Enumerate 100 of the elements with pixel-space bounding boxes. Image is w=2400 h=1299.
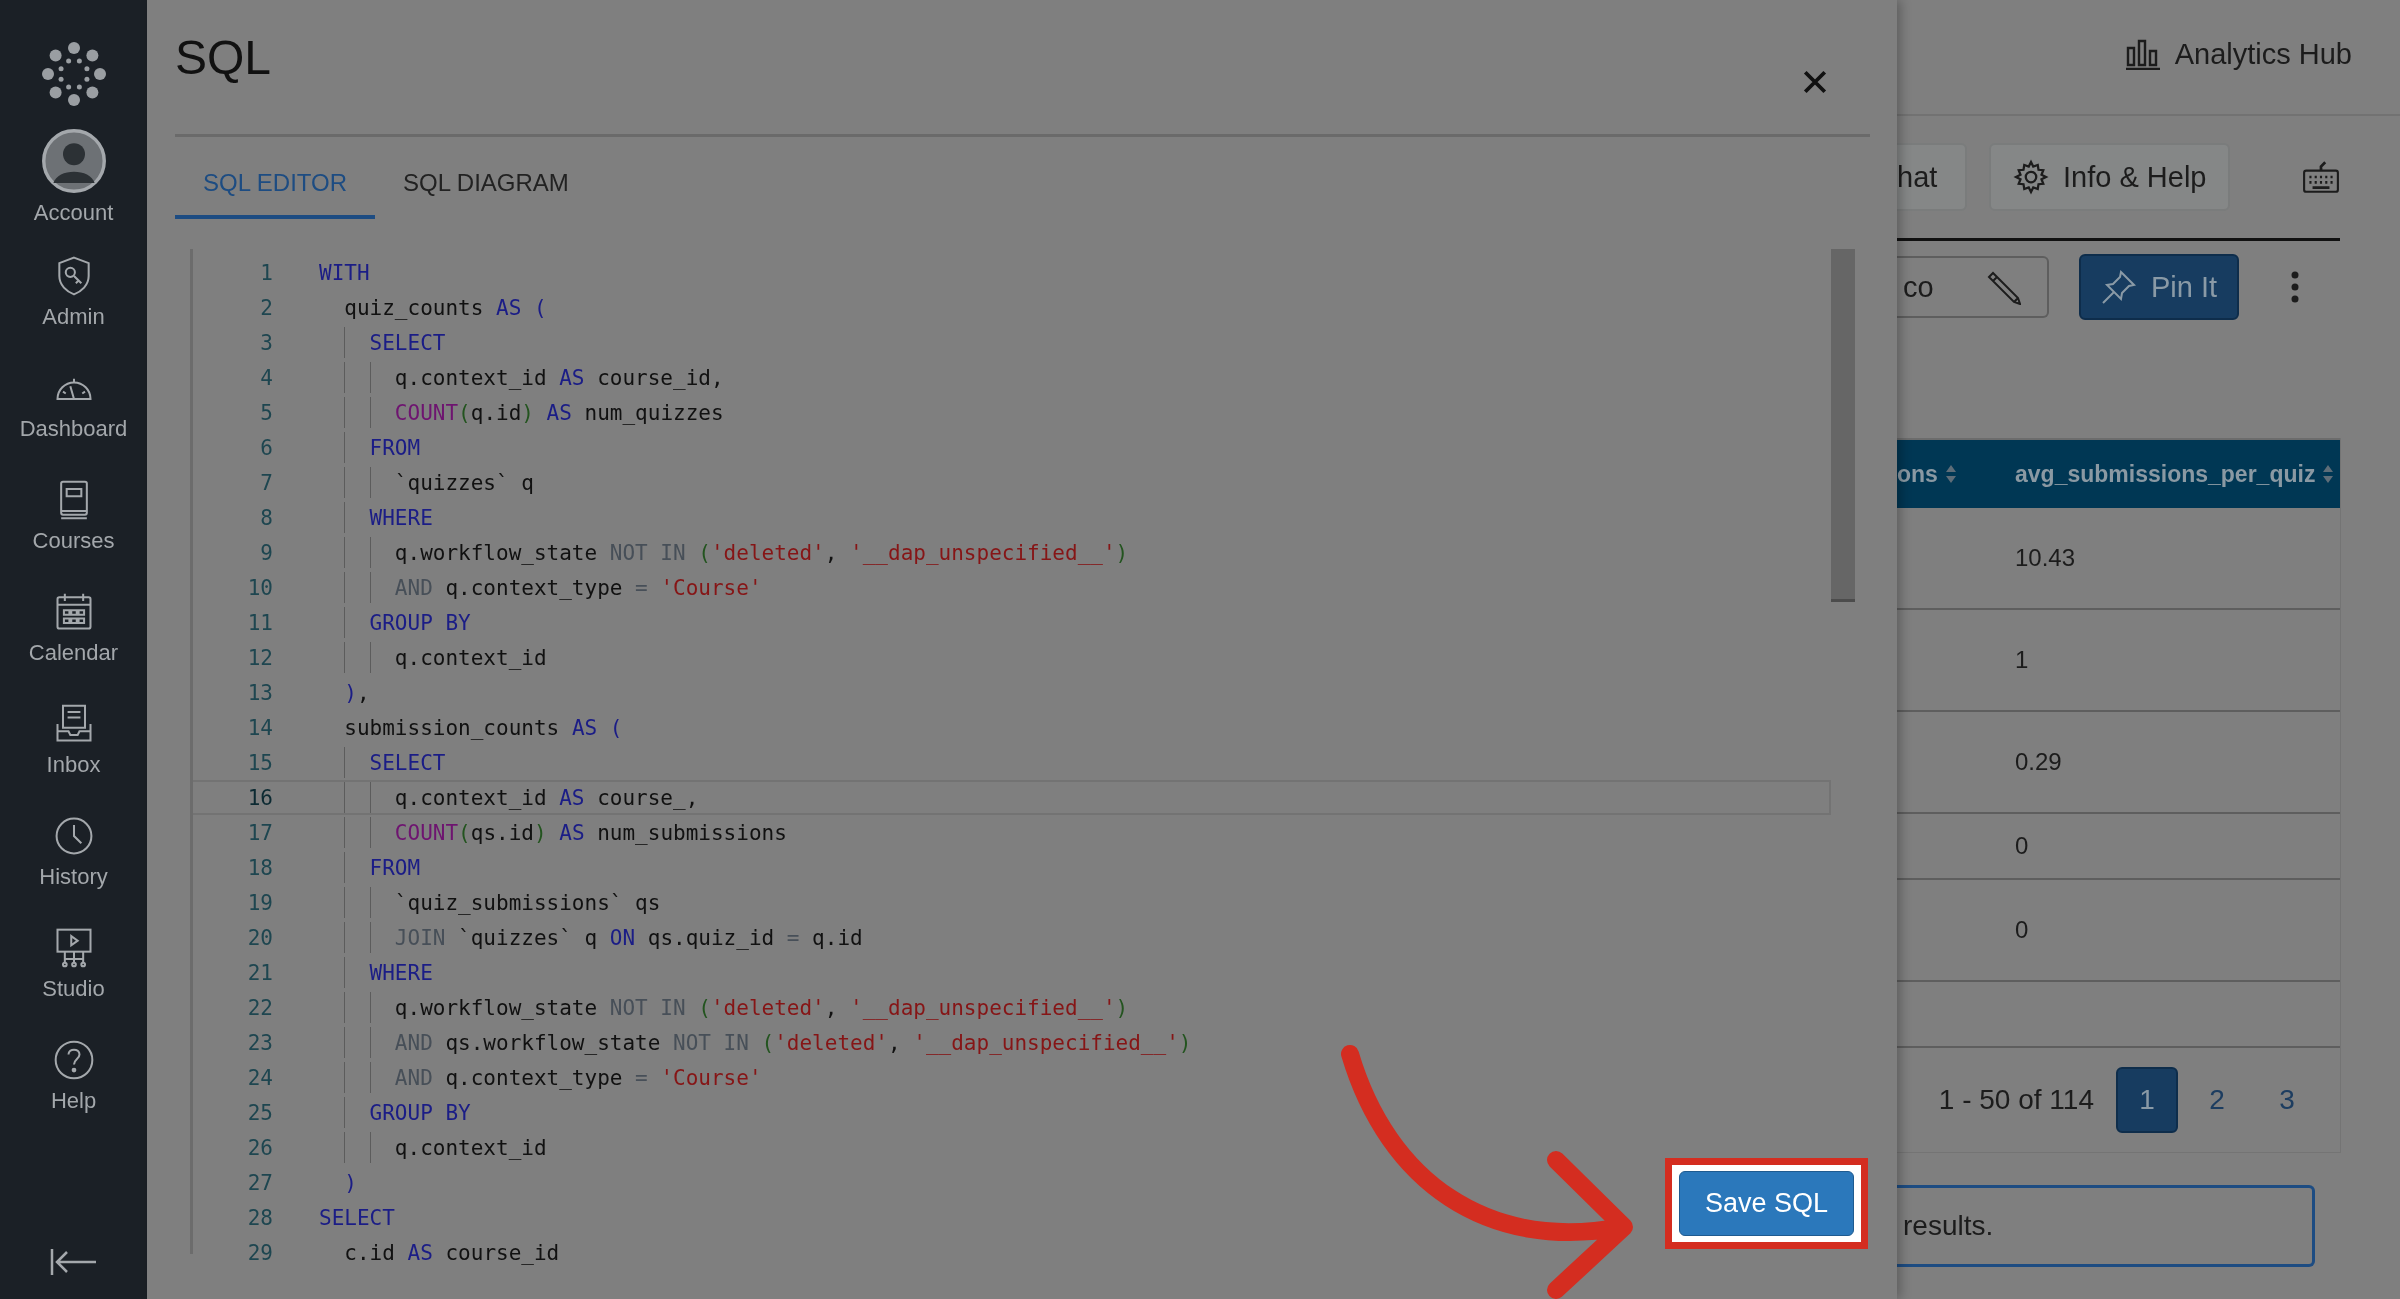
keyboard-icon[interactable] — [2302, 160, 2341, 194]
tab[interactable]: SQL DIAGRAM — [375, 157, 597, 219]
code-line: COUNT(qs.id) AS num_submissions — [393, 820, 787, 845]
code-line: AND qs.workflow_state NOT IN ('deleted', '__dap_unspecified__') — [393, 1030, 1192, 1055]
line-number: 14 — [246, 715, 273, 740]
close-icon[interactable] — [1802, 69, 1828, 95]
nav-item[interactable]: Calendar — [0, 590, 147, 702]
code-line: q.context_id AS course_, — [393, 785, 699, 810]
code-line: q.context_id — [393, 645, 547, 670]
line-number: 7 — [259, 470, 273, 495]
line-number: 29 — [246, 1240, 273, 1265]
column-header[interactable]: ons — [1897, 460, 1938, 488]
page-button[interactable]: 3 — [2256, 1067, 2318, 1133]
code-line: q.workflow_state NOT IN ('deleted', '__dap_unspecified__') — [393, 995, 1129, 1020]
column-header[interactable]: avg_submissions_per_quiz — [2015, 460, 2316, 488]
nav-item[interactable]: Inbox — [0, 702, 147, 814]
nav-item[interactable]: Dashboard — [0, 366, 147, 478]
info-help-button[interactable]: Info & Help — [1989, 143, 2231, 211]
code-line: JOIN `quizzes` q ON qs.quiz_id = q.id — [393, 925, 863, 950]
code-line: WHERE — [368, 505, 433, 530]
nav-item[interactable]: Account — [0, 128, 147, 254]
pushpin-icon — [2100, 269, 2137, 305]
code-line: SELECT — [368, 750, 446, 775]
line-number: 26 — [246, 1135, 273, 1160]
nav-item[interactable]: Courses — [0, 478, 147, 590]
message-text: results. — [1903, 1210, 1994, 1242]
nav-item[interactable]: Help — [0, 1038, 147, 1150]
chat-button[interactable]: hat — [1897, 143, 1967, 211]
line-number: 25 — [246, 1100, 273, 1125]
code-line: ) — [343, 1170, 357, 1195]
line-number: 22 — [246, 995, 273, 1020]
avatar-icon — [40, 128, 107, 194]
line-number: 3 — [259, 330, 273, 355]
line-number: 10 — [246, 575, 273, 600]
code-line: WHERE — [368, 960, 433, 985]
code-line: FROM — [368, 855, 421, 880]
line-number: 23 — [246, 1030, 273, 1055]
line-number: 9 — [259, 540, 273, 565]
pin-it-button[interactable]: Pin It — [2079, 254, 2239, 320]
logo-icon — [41, 42, 106, 106]
line-number: 12 — [246, 645, 273, 670]
page-button[interactable]: 2 — [2186, 1067, 2248, 1133]
code-line: q.context_id AS course_id, — [393, 365, 724, 390]
table-cell: 0 — [2015, 832, 2029, 859]
code-line: `quiz_submissions` qs — [393, 890, 661, 915]
scrollbar[interactable] — [1831, 249, 1855, 599]
code-line: `quizzes` q — [393, 470, 534, 495]
analytics-hub-link[interactable]: Analytics Hub — [2124, 37, 2352, 71]
code-line: WITH — [319, 260, 370, 285]
line-number: 27 — [246, 1170, 273, 1195]
page-button[interactable]: 1 — [2116, 1067, 2178, 1133]
sort-icon[interactable] — [1945, 465, 1956, 483]
code-line: SELECT — [319, 1205, 395, 1230]
table-cell: 1 — [2015, 646, 2029, 673]
code-line: SELECT — [368, 330, 446, 355]
name-input[interactable]: co — [1897, 256, 2049, 318]
line-number: 21 — [246, 960, 273, 985]
save-sql-button[interactable]: Save SQL — [1678, 1171, 1854, 1236]
nav-item[interactable]: Admin — [0, 254, 147, 366]
line-number: 18 — [246, 855, 273, 880]
line-number: 1 — [259, 260, 273, 285]
table-cell: 0.29 — [2015, 748, 2062, 775]
line-number: 15 — [246, 750, 273, 775]
line-number: 2 — [259, 295, 273, 320]
code-line: GROUP BY — [368, 1100, 471, 1125]
line-number: 19 — [246, 890, 273, 915]
code-line: submission_counts AS ( — [343, 715, 623, 740]
line-number: 20 — [246, 925, 273, 950]
code-line: GROUP BY — [368, 610, 471, 635]
settings-icon — [2013, 159, 2049, 195]
pencil-icon — [1985, 269, 2021, 305]
collapse-icon[interactable] — [48, 1247, 99, 1277]
nav-item[interactable]: Studio — [0, 926, 147, 1038]
page-range: 1 - 50 of 114 — [1938, 1084, 2094, 1116]
code-line: AND q.context_type = 'Course' — [393, 1065, 762, 1090]
line-number: 6 — [259, 435, 273, 460]
table-cell: 10.43 — [2015, 544, 2076, 571]
code-line: ), — [343, 680, 370, 705]
line-number: 16 — [246, 785, 273, 810]
line-number: 4 — [259, 365, 273, 390]
nav-item[interactable]: History — [0, 814, 147, 926]
line-number: 28 — [246, 1205, 273, 1230]
code-line: quiz_counts AS ( — [343, 295, 547, 320]
code-line: c.id AS course_id — [343, 1240, 560, 1265]
line-number: 17 — [246, 820, 273, 845]
code-line: q.workflow_state NOT IN ('deleted', '__dap_unspecified__') — [393, 540, 1129, 565]
sort-icon[interactable] — [2323, 465, 2334, 483]
code-line: AND q.context_type = 'Course' — [393, 575, 762, 600]
line-number: 5 — [259, 400, 273, 425]
code-line: q.context_id — [393, 1135, 547, 1160]
more-options-icon[interactable] — [2291, 271, 2299, 303]
code-line: COUNT(q.id) AS num_quizzes — [393, 400, 724, 425]
table-cell: 0 — [2015, 916, 2029, 943]
bar-chart-icon — [2124, 38, 2161, 70]
line-number: 24 — [246, 1065, 273, 1090]
code-line: FROM — [368, 435, 421, 460]
line-number: 11 — [246, 610, 273, 635]
line-number: 13 — [246, 680, 273, 705]
modal-title: SQL — [175, 30, 272, 85]
line-number: 8 — [259, 505, 273, 530]
